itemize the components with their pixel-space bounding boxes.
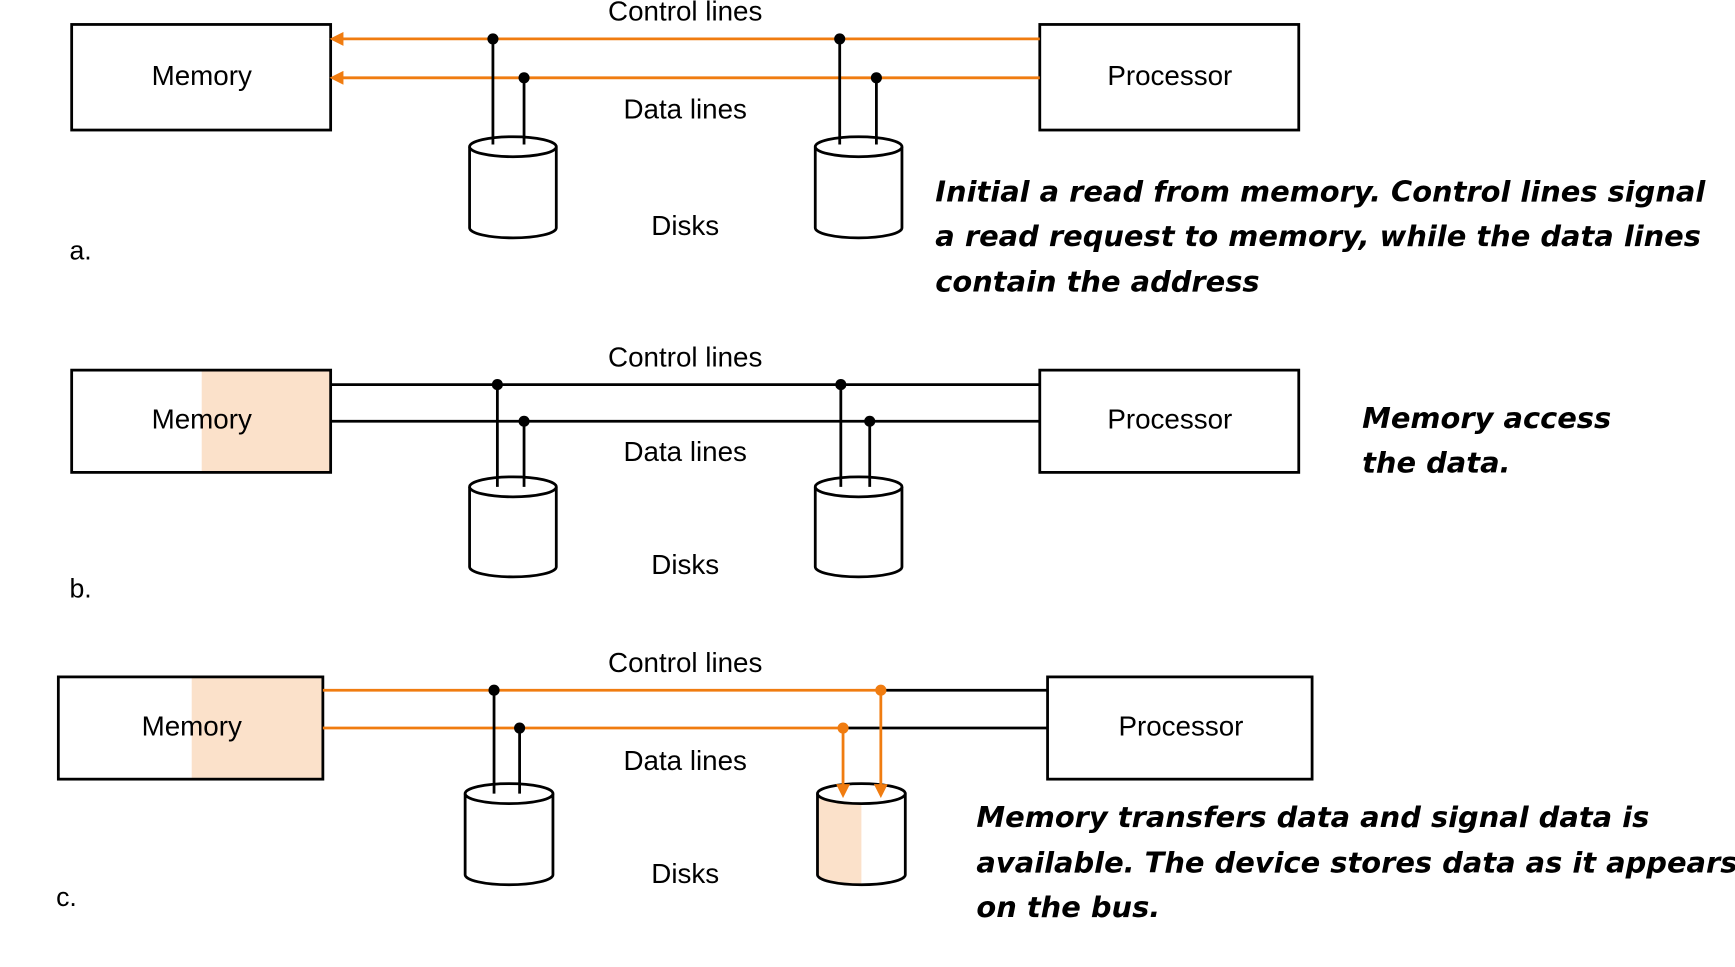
junction-dot bbox=[834, 33, 846, 45]
disk-1-b-top bbox=[468, 475, 558, 499]
caption-b-line-2: the data. bbox=[1362, 446, 1510, 480]
disk-1-c-top bbox=[463, 782, 555, 805]
disk-2-c-top bbox=[816, 782, 907, 805]
processor-label-a: Processor bbox=[1107, 60, 1232, 91]
junction-dot-active bbox=[837, 722, 849, 734]
junction-dot bbox=[864, 415, 876, 427]
control-lines-label-b: Control lines bbox=[608, 341, 762, 372]
memory-label-a: Memory bbox=[152, 60, 252, 91]
step-label-b: b. bbox=[69, 573, 91, 603]
junction-dot bbox=[870, 72, 882, 84]
caption-a-line-3: contain the address bbox=[935, 264, 1259, 298]
disks-label-b: Disks bbox=[651, 549, 719, 580]
disk-1-c bbox=[463, 793, 555, 887]
disk-1-a bbox=[468, 146, 558, 240]
disk-2-b-top bbox=[813, 475, 904, 499]
caption-c-line-3: on the bus. bbox=[976, 890, 1160, 924]
data-lines-label-a: Data lines bbox=[623, 93, 746, 124]
disks-label-c: Disks bbox=[651, 858, 719, 889]
junction-dot bbox=[835, 379, 847, 391]
memory-label-c: Memory bbox=[142, 710, 242, 741]
control-lines-label-c: Control lines bbox=[608, 647, 762, 678]
data-lines-label-b: Data lines bbox=[623, 436, 746, 467]
processor-label-c: Processor bbox=[1118, 710, 1243, 741]
disk-1-a-top bbox=[468, 135, 558, 159]
caption-c-line-1: Memory transfers data and signal data is bbox=[976, 800, 1649, 834]
disk-2-b bbox=[813, 486, 904, 579]
caption-a-line-1: Initial a read from memory. Control line… bbox=[935, 174, 1706, 208]
disk-2-a bbox=[813, 146, 904, 240]
memory-label-b: Memory bbox=[152, 404, 252, 435]
disk-2-a-top bbox=[813, 135, 904, 159]
data-lines-label-c: Data lines bbox=[623, 745, 746, 776]
control-lines-label-a: Control lines bbox=[608, 0, 762, 27]
junction-dot-active bbox=[875, 684, 887, 696]
caption-a-line-2: a read request to memory, while the data… bbox=[935, 219, 1701, 253]
junction-dot bbox=[518, 72, 530, 84]
step-label-a: a. bbox=[69, 235, 91, 265]
junction-dot bbox=[487, 33, 499, 45]
disk-2-c-fill bbox=[817, 793, 862, 885]
junction-dot bbox=[488, 684, 500, 696]
junction-dot bbox=[491, 379, 503, 391]
disk-1-b bbox=[468, 486, 558, 579]
junction-dot bbox=[518, 415, 530, 427]
bus-read-diagram: Control lines Data lines Disks a. Memory… bbox=[56, 0, 1735, 924]
step-label-c: c. bbox=[56, 882, 77, 912]
disks-label-a: Disks bbox=[651, 210, 719, 241]
processor-label-b: Processor bbox=[1107, 404, 1232, 435]
caption-c-line-2: available. The device stores data as it … bbox=[976, 846, 1735, 880]
junction-dot bbox=[514, 722, 526, 734]
caption-b-line-1: Memory access bbox=[1362, 401, 1611, 435]
